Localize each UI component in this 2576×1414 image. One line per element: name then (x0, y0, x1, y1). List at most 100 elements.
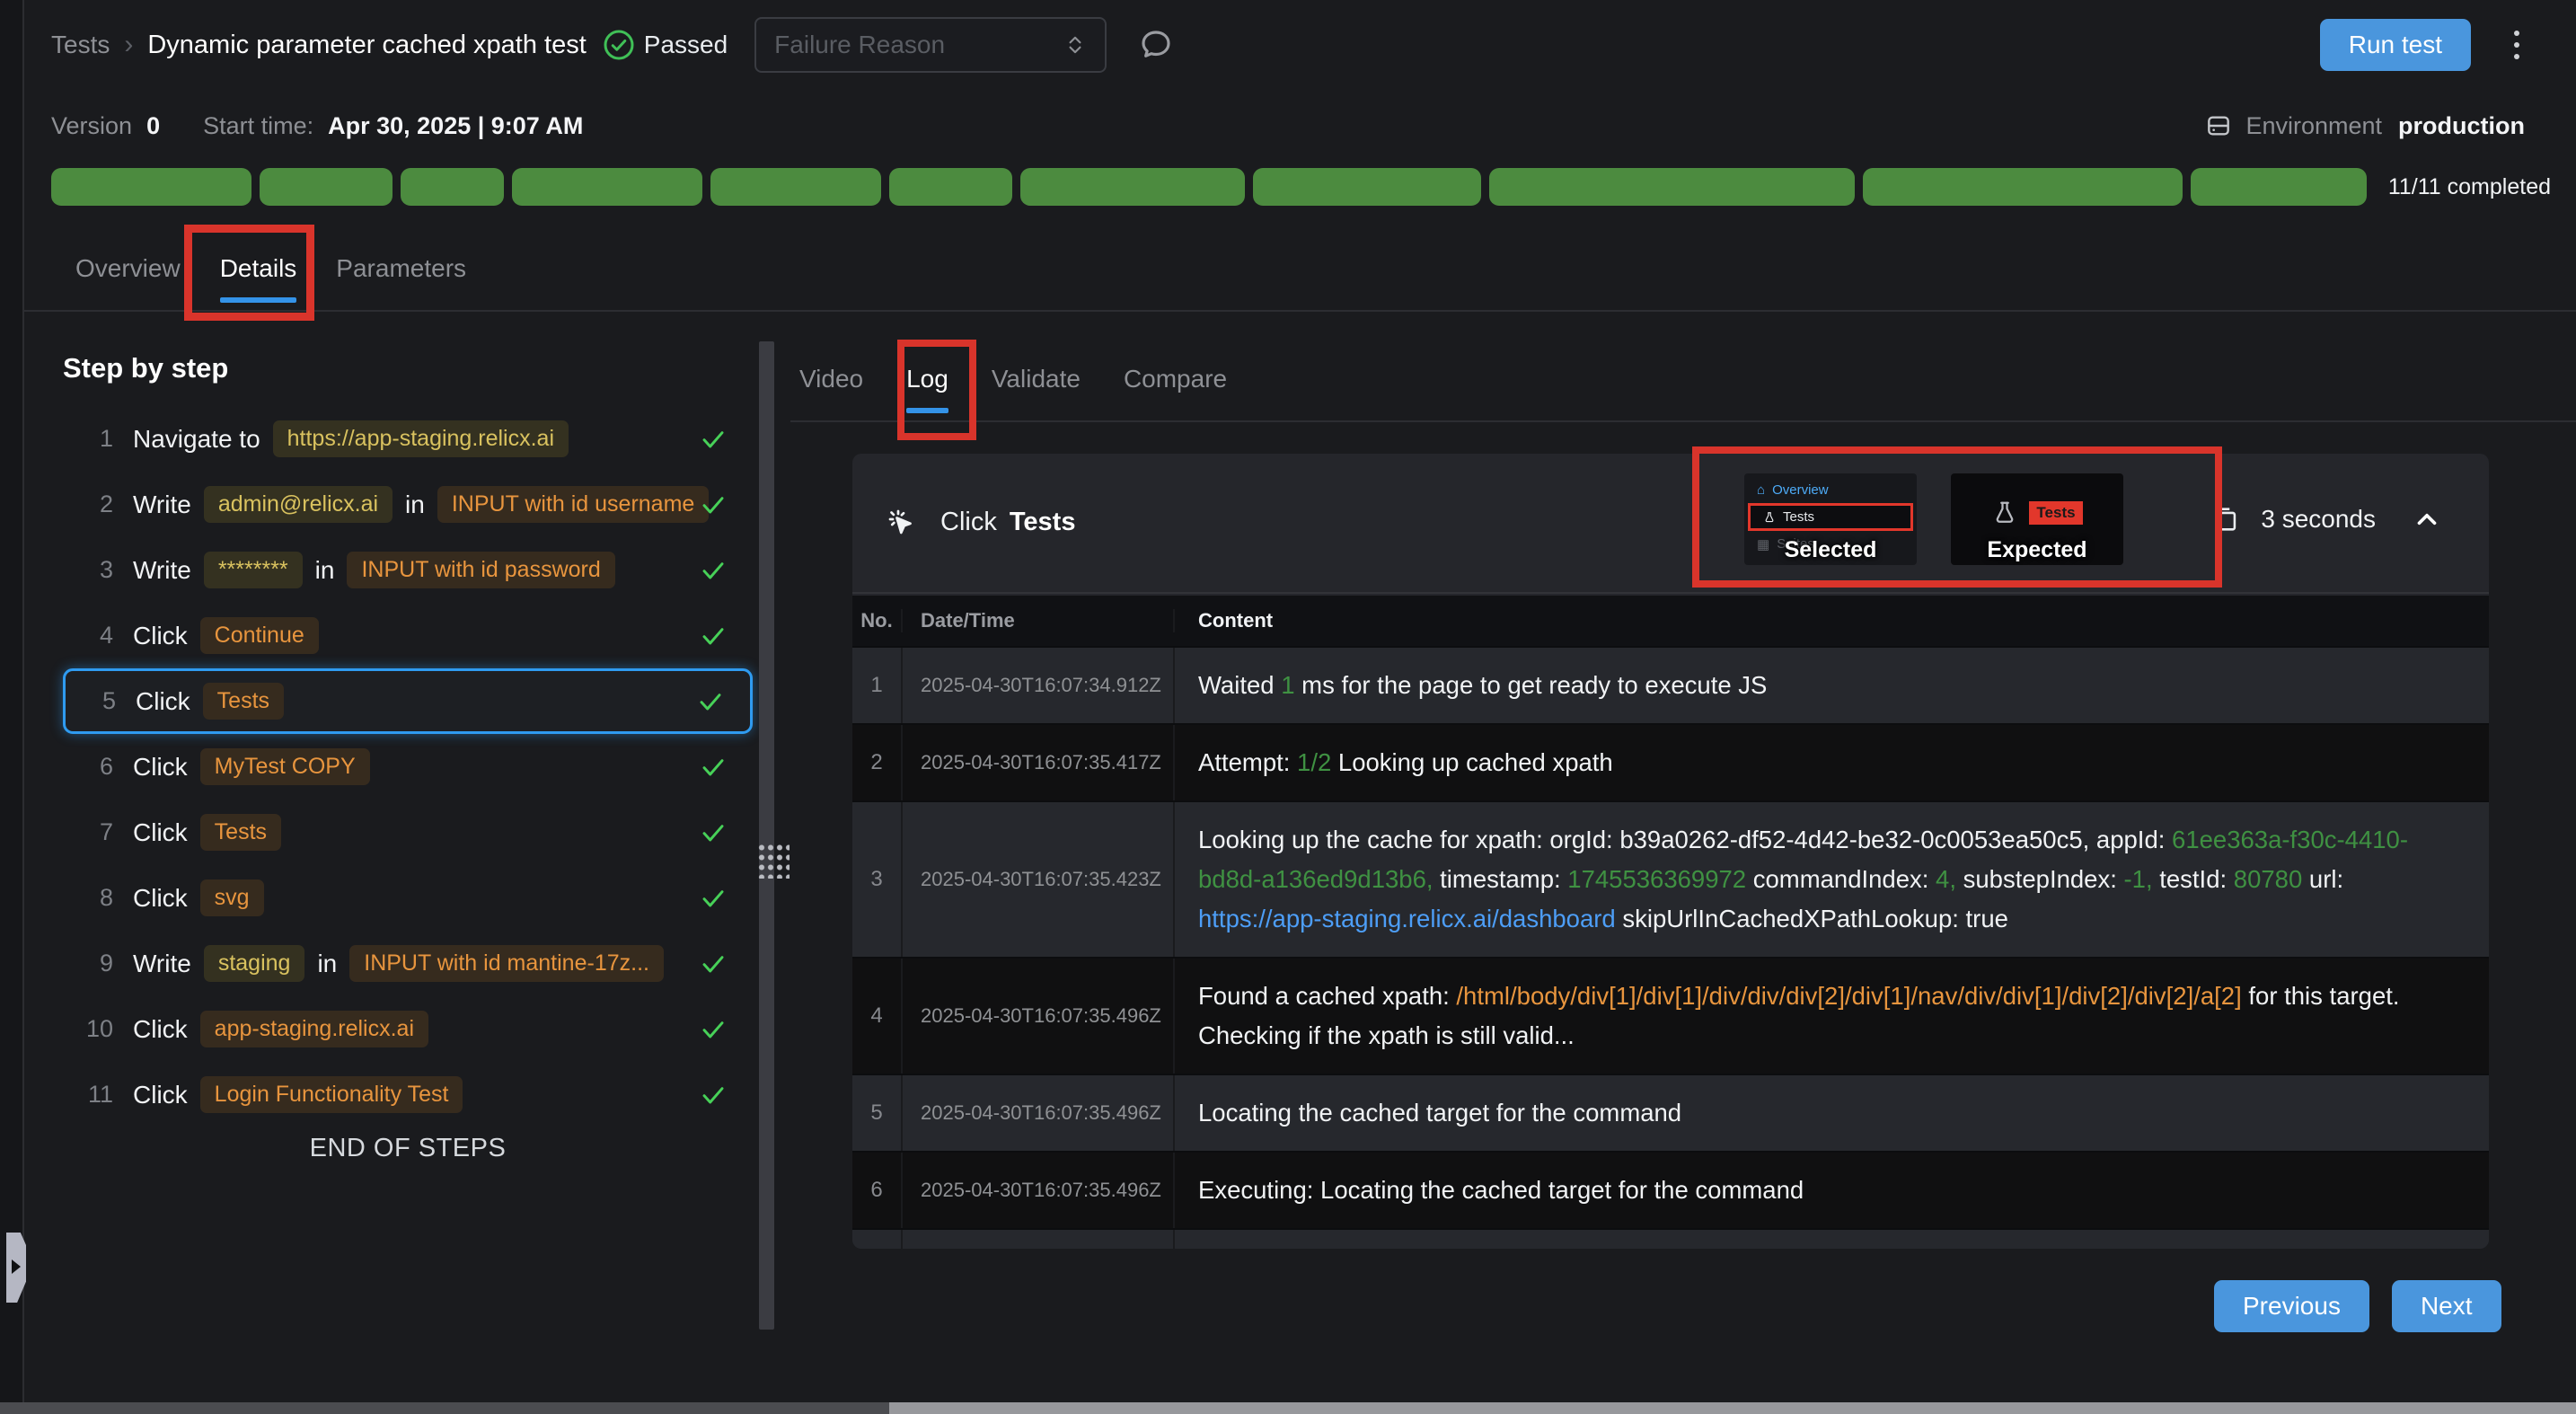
copy-icon[interactable] (2210, 504, 2241, 535)
step-row[interactable]: 6ClickMyTest COPY (63, 734, 753, 800)
tab-video[interactable]: Video (799, 337, 863, 420)
progress-segment[interactable] (889, 168, 1012, 206)
log-card: Click Tests ⌂OverviewTests▦Suites Select… (852, 454, 2489, 1249)
log-row-content: Executing: Locating the cached target fo… (1175, 1153, 2489, 1228)
failure-reason-select[interactable]: Failure Reason (754, 17, 1107, 73)
active-tab-underline (906, 408, 948, 413)
expected-screenshot-thumbnail[interactable]: Tests Expected (1951, 473, 2123, 565)
step-action: Write (133, 950, 191, 978)
tab-validate[interactable]: Validate (992, 337, 1081, 420)
progress-segment[interactable] (1253, 168, 1481, 206)
selected-screenshot-thumbnail[interactable]: ⌂OverviewTests▦Suites Selected (1744, 473, 1917, 565)
sidebar-expand-handle[interactable] (6, 1233, 26, 1303)
step-number: 7 (74, 818, 113, 846)
step-row[interactable]: 3Write********inINPUT with id password (63, 537, 753, 603)
log-panel-tabs: Video Log Validate Compare (790, 337, 2576, 422)
step-action: Click (133, 1081, 188, 1109)
tab-parameters[interactable]: Parameters (336, 226, 466, 310)
steps-list: 1Navigate tohttps://app-staging.relicx.a… (63, 406, 753, 1127)
step-action: Click (133, 884, 188, 913)
step-row[interactable]: 10Clickapp-staging.relicx.ai (63, 996, 753, 1062)
next-button[interactable]: Next (2392, 1280, 2501, 1332)
run-test-button[interactable]: Run test (2320, 19, 2471, 71)
step-target: INPUT with id mantine-17z... (349, 945, 664, 982)
top-bar: Tests › Dynamic parameter cached xpath t… (24, 0, 2576, 90)
environment-value: production (2398, 112, 2525, 140)
step-row[interactable]: 1Navigate tohttps://app-staging.relicx.a… (63, 406, 753, 472)
log-table-body: 12025-04-30T16:07:34.912ZWaited 1 ms for… (852, 646, 2489, 1249)
log-row-datetime: 2025-04-30T16:07:35.423Z (903, 802, 1175, 957)
step-row[interactable]: 11ClickLogin Functionality Test (63, 1062, 753, 1127)
mini-nav-item: Tests (1748, 503, 1913, 531)
progress-segment[interactable] (1020, 168, 1245, 206)
step-action: Navigate to (133, 425, 260, 454)
step-number: 9 (74, 950, 113, 977)
progress-segment[interactable] (2191, 168, 2366, 206)
log-card-header: Click Tests ⌂OverviewTests▦Suites Select… (852, 454, 2489, 594)
step-action: Click (133, 753, 188, 782)
page-title: Dynamic parameter cached xpath test (147, 31, 586, 60)
step-number: 2 (74, 490, 113, 518)
expected-caption: Expected (1951, 537, 2123, 563)
step-row[interactable]: 9WritestaginginINPUT with id mantine-17z… (63, 931, 753, 996)
panel-resize-handle-icon[interactable] (757, 843, 790, 879)
log-row-datetime: 2025-04-30T16:07:35.496Z (903, 1153, 1175, 1228)
tab-compare[interactable]: Compare (1124, 337, 1227, 420)
cursor-click-icon (885, 506, 917, 538)
column-datetime: Date/Time (903, 609, 1175, 632)
column-no: No. (852, 609, 903, 632)
progress-segment[interactable] (401, 168, 504, 206)
step-target: svg (200, 879, 264, 916)
previous-button[interactable]: Previous (2214, 1280, 2369, 1332)
log-row-content: Attempt: 1/2 Looking up cached xpath (1175, 725, 2489, 800)
progress-segment[interactable] (260, 168, 393, 206)
log-row-content: Waited 1 ms for the page to get ready to… (1175, 648, 2489, 723)
step-row[interactable]: 4ClickContinue (63, 603, 753, 668)
log-row-content: Looking up the cache for xpath: orgId: b… (1175, 802, 2489, 957)
log-row-datetime: 2025-04-30T16:07:34.912Z (903, 648, 1175, 723)
horizontal-scrollbar-thumb[interactable] (889, 1402, 2576, 1414)
progress-segment[interactable] (710, 168, 881, 206)
version-label: Version (51, 112, 132, 140)
more-options-kebab-icon[interactable] (2509, 25, 2525, 65)
step-value: ******** (204, 552, 303, 588)
step-number: 3 (74, 556, 113, 584)
mini-nav-item: ⌂Overview (1744, 478, 1917, 502)
progress-completed-text: 11/11 completed (2388, 174, 2551, 200)
command-target: Tests (1010, 508, 1076, 537)
log-row-number: 5 (852, 1075, 903, 1151)
tab-log[interactable]: Log (906, 337, 948, 420)
step-progress-bar (51, 168, 2367, 206)
hard-drive-icon (2204, 111, 2233, 140)
step-target: Tests (203, 683, 284, 720)
duration-text: 3 seconds (2261, 505, 2376, 534)
tab-details[interactable]: Details (220, 226, 297, 310)
collapse-chevron-up-icon[interactable] (2412, 504, 2442, 535)
step-row[interactable]: 8 Click svg (63, 865, 753, 931)
progress-segment[interactable] (512, 168, 702, 206)
tab-overview[interactable]: Overview (75, 226, 181, 310)
progress-row: 11/11 completed (24, 167, 2576, 207)
progress-segment[interactable] (1489, 168, 1855, 206)
step-number: 8 (74, 884, 113, 912)
step-row[interactable]: 5ClickTests (63, 668, 753, 734)
progress-segment[interactable] (1863, 168, 2183, 206)
step-success-check-icon (699, 425, 728, 454)
comment-bubble-icon[interactable] (1137, 26, 1175, 64)
step-action: Click (133, 1015, 188, 1044)
step-target: INPUT with id username (437, 486, 709, 523)
log-row-datetime: 2025-04-30T16:07:35.417Z (903, 725, 1175, 800)
step-plain: in (317, 950, 337, 978)
log-row-number: 4 (852, 959, 903, 1074)
step-row[interactable]: 2Writeadmin@relicx.aiinINPUT with id use… (63, 472, 753, 537)
mini-nav-icon: ⌂ (1757, 482, 1765, 498)
breadcrumb[interactable]: Tests (51, 31, 110, 59)
step-row[interactable]: 7ClickTests (63, 800, 753, 865)
log-row-number: 3 (852, 802, 903, 957)
panel-scrollbar[interactable] (759, 341, 774, 1330)
step-number: 10 (74, 1015, 113, 1043)
start-time-value: Apr 30, 2025 | 9:07 AM (328, 112, 583, 140)
log-row: 32025-04-30T16:07:35.423ZLooking up the … (852, 800, 2489, 957)
progress-segment[interactable] (51, 168, 251, 206)
environment-info: Environment production (2204, 111, 2525, 140)
